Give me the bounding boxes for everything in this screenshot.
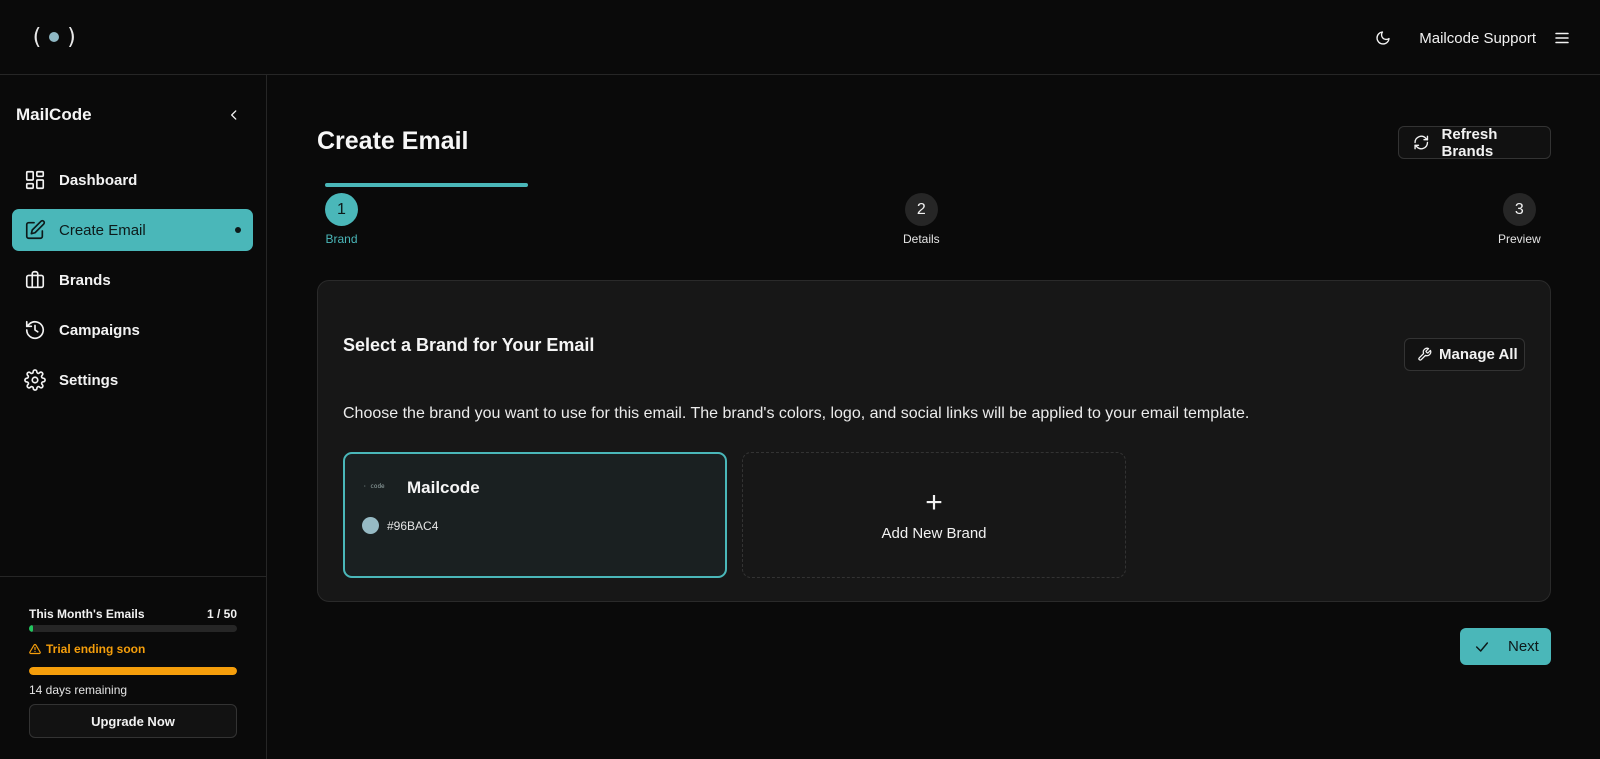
sidebar-item-brands[interactable]: Brands (12, 259, 253, 301)
logo-paren-right: ) (65, 24, 79, 50)
brand-selection-card: Select a Brand for Your Email Manage All… (317, 280, 1551, 602)
card-description: Choose the brand you want to use for thi… (343, 405, 1250, 422)
sidebar-header: MailCode (16, 100, 246, 130)
refresh-icon (1414, 135, 1429, 150)
stepper: 1 Brand 2 Details 3 Preview (317, 183, 1551, 253)
edit-icon (25, 219, 46, 240)
sidebar-nav: Dashboard Create Email Brands Campaigns … (12, 159, 253, 409)
manage-all-button[interactable]: Manage All (1404, 338, 1525, 371)
gear-icon (24, 369, 46, 391)
email-usage-label: This Month's Emails (29, 607, 145, 621)
refresh-brands-button[interactable]: Refresh Brands (1398, 125, 1551, 160)
page-title: Create Email (317, 127, 469, 155)
email-usage-row: This Month's Emails 1 / 50 (29, 607, 237, 621)
stepper-progress-bar (325, 183, 528, 187)
trial-bar (29, 667, 237, 675)
check-icon (1475, 641, 1489, 652)
app-logo[interactable]: ( ) (30, 24, 79, 50)
brand-logo: · code (363, 483, 385, 490)
hamburger-icon (1555, 32, 1569, 44)
wrench-icon (1418, 347, 1432, 361)
usage-panel: This Month's Emails 1 / 50 Trial ending … (0, 576, 266, 759)
sidebar-item-campaigns[interactable]: Campaigns (12, 309, 253, 351)
chevron-left-icon (231, 110, 237, 120)
trial-warning: Trial ending soon (29, 642, 145, 656)
step-details[interactable]: 2 Details (903, 193, 940, 246)
add-new-brand-card[interactable]: + Add New Brand (742, 452, 1126, 578)
step-label: Brand (325, 232, 358, 246)
step-preview[interactable]: 3 Preview (1498, 193, 1541, 246)
sidebar-item-label: Campaigns (59, 321, 140, 339)
moon-icon (1376, 31, 1390, 45)
sidebar: MailCode Dashboard Create Email Brands C… (0, 75, 267, 759)
support-link[interactable]: Mailcode Support (1419, 30, 1536, 47)
step-number: 2 (904, 193, 938, 226)
briefcase-icon (25, 270, 45, 289)
next-button[interactable]: Next (1460, 628, 1551, 665)
top-right-actions: Mailcode Support (1371, 24, 1574, 52)
step-number: 3 (1502, 193, 1536, 226)
step-label: Preview (1498, 232, 1541, 246)
sidebar-item-dashboard[interactable]: Dashboard (12, 159, 253, 201)
sidebar-item-label: Settings (59, 371, 119, 389)
card-title: Select a Brand for Your Email (343, 335, 595, 355)
refresh-brands-label: Refresh Brands (1441, 125, 1498, 160)
collapse-sidebar-button[interactable] (222, 103, 246, 127)
step-number: 1 (325, 193, 358, 226)
step-label: Details (903, 232, 940, 246)
days-remaining: 14 days remaining (29, 683, 128, 697)
brand-color-hex: #96BAC4 (387, 519, 439, 533)
next-label: Next (1508, 638, 1539, 655)
logo-dot-icon (49, 32, 60, 42)
history-icon (25, 320, 45, 340)
menu-button[interactable] (1550, 26, 1574, 50)
active-indicator-dot (235, 227, 241, 233)
email-usage-bar-fill (29, 625, 34, 632)
email-usage-bar (29, 625, 237, 632)
sidebar-item-label: Create Email (59, 221, 146, 239)
sidebar-item-create-email[interactable]: Create Email (12, 209, 253, 251)
sidebar-item-settings[interactable]: Settings (12, 359, 253, 401)
add-new-brand-label: Add New Brand (881, 524, 987, 542)
step-brand[interactable]: 1 Brand (325, 193, 358, 246)
email-usage-count: 1 / 50 (206, 607, 237, 621)
dashboard-icon (25, 170, 45, 190)
sidebar-item-label: Brands (59, 271, 111, 289)
brand-name: Mailcode (407, 478, 480, 497)
warning-icon (29, 643, 41, 655)
plus-icon: + (925, 485, 943, 519)
top-bar: ( ) Mailcode Support (0, 0, 1600, 75)
upgrade-now-button[interactable]: Upgrade Now (29, 704, 237, 738)
sidebar-title: MailCode (16, 105, 92, 124)
theme-toggle-button[interactable] (1371, 26, 1395, 50)
logo-paren-left: ( (30, 24, 44, 50)
sidebar-item-label: Dashboard (59, 171, 138, 189)
manage-all-label: Manage All (1439, 346, 1518, 363)
trial-warning-label: Trial ending soon (46, 642, 146, 656)
brand-color-swatch (362, 517, 379, 534)
brand-option-mailcode[interactable]: · code Mailcode #96BAC4 (343, 452, 727, 578)
trial-bar-fill (29, 667, 237, 675)
